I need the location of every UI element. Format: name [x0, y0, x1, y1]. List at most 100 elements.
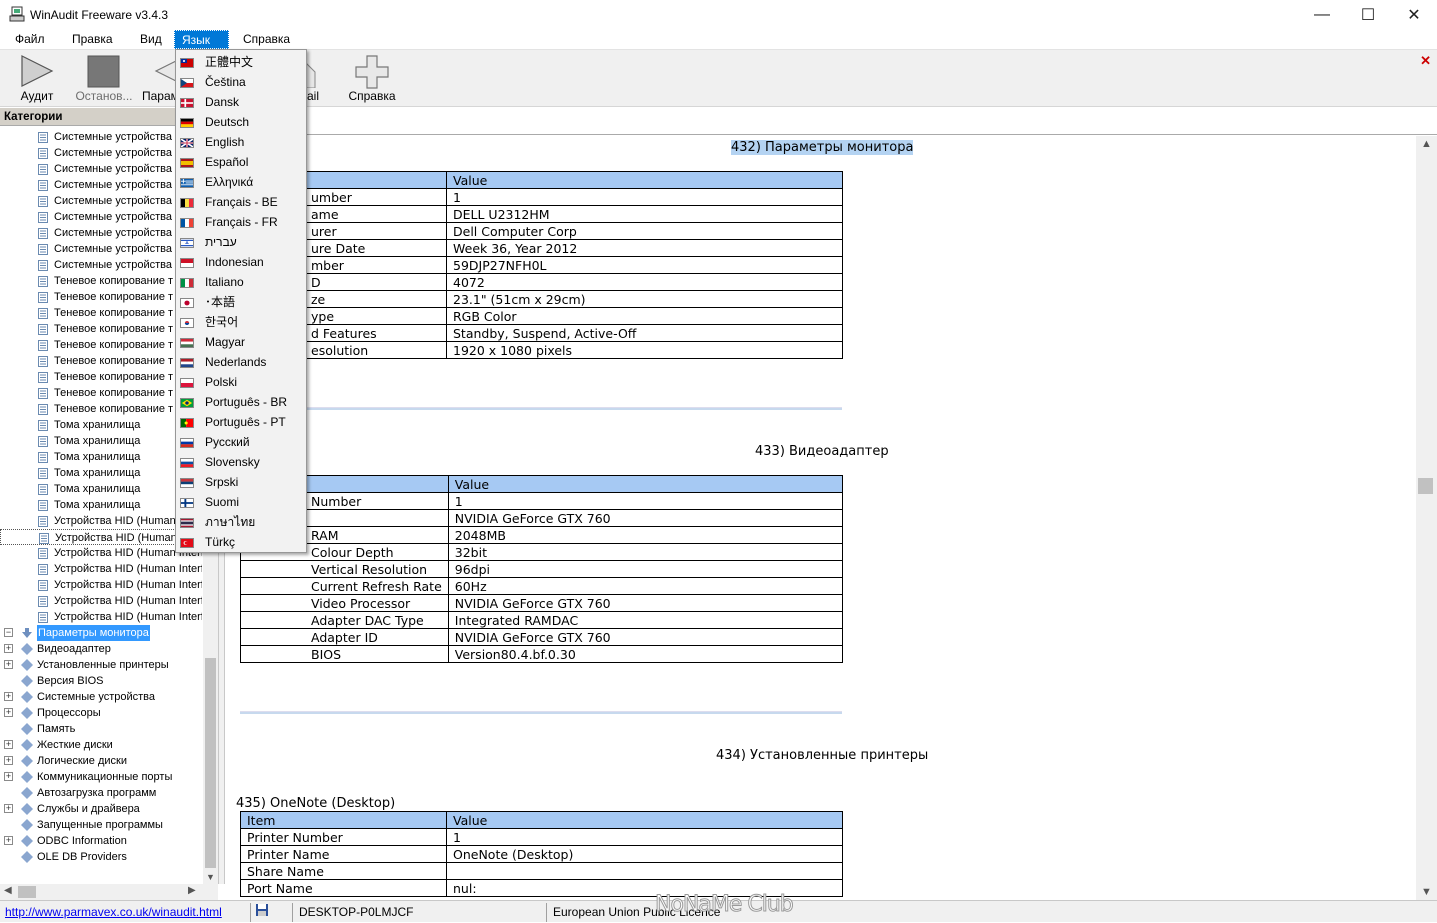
- tree-category[interactable]: − Параметры монитора: [0, 625, 202, 641]
- language-option-thailand[interactable]: ภาษาไทย: [177, 512, 305, 532]
- tree-category[interactable]: Память: [0, 721, 202, 737]
- tree-item[interactable]: Тома хранилища: [0, 417, 202, 433]
- tree-category[interactable]: Автозагрузка программ: [0, 785, 202, 801]
- tree-category[interactable]: OLE DB Providers: [0, 849, 202, 865]
- menu-view[interactable]: Вид: [133, 30, 169, 49]
- tree-item[interactable]: Системные устройства: [0, 177, 202, 193]
- tree-item[interactable]: Теневое копирование т: [0, 305, 202, 321]
- language-option-belgium[interactable]: Français - BE: [177, 192, 305, 212]
- menu-edit[interactable]: Правка: [65, 30, 120, 49]
- expand-toggle-icon[interactable]: +: [4, 772, 13, 781]
- tree-category[interactable]: + Процессоры: [0, 705, 202, 721]
- language-option-brazil[interactable]: Português - BR: [177, 392, 305, 412]
- scroll-up-icon[interactable]: ▲: [1421, 138, 1432, 150]
- tree-item[interactable]: Теневое копирование т: [0, 353, 202, 369]
- menu-language[interactable]: Язык: [174, 30, 229, 49]
- language-option-serbia[interactable]: Srpski: [177, 472, 305, 492]
- params-button[interactable]: Парам: [140, 50, 176, 106]
- tree-category[interactable]: + Установленные принтеры: [0, 657, 202, 673]
- tree-item[interactable]: Теневое копирование т: [0, 369, 202, 385]
- tree-item[interactable]: Тома хранилища: [0, 481, 202, 497]
- tree-item[interactable]: Устройства HID (Human Interf: [0, 593, 202, 609]
- language-option-greece[interactable]: Ελληνικά: [177, 172, 305, 192]
- tree-category[interactable]: + Логические диски: [0, 753, 202, 769]
- tree-category[interactable]: Запущенные программы: [0, 817, 202, 833]
- tree-item[interactable]: Системные устройства: [0, 129, 202, 145]
- language-option-indonesia[interactable]: Indonesian: [177, 252, 305, 272]
- close-button[interactable]: ✕: [1391, 0, 1437, 30]
- tree-item[interactable]: Теневое копирование т: [0, 401, 202, 417]
- tree-item[interactable]: Тома хранилища: [0, 497, 202, 513]
- language-option-portugal[interactable]: Português - PT: [177, 412, 305, 432]
- language-option-israel[interactable]: עברית: [177, 232, 305, 252]
- tree-category[interactable]: + Коммуникационные порты: [0, 769, 202, 785]
- language-option-spain[interactable]: Español: [177, 152, 305, 172]
- expand-toggle-icon[interactable]: +: [4, 804, 13, 813]
- tree-item[interactable]: Системные устройства: [0, 241, 202, 257]
- maximize-button[interactable]: ☐: [1345, 0, 1391, 30]
- language-option-netherlands[interactable]: Nederlands: [177, 352, 305, 372]
- tree-category[interactable]: + Видеоадаптер: [0, 641, 202, 657]
- expand-toggle-icon[interactable]: −: [4, 628, 13, 637]
- tree-item[interactable]: Системные устройства: [0, 145, 202, 161]
- scroll-down-icon[interactable]: ▼: [206, 872, 215, 882]
- tree-category[interactable]: Версия BIOS: [0, 673, 202, 689]
- tree-item[interactable]: Теневое копирование т: [0, 321, 202, 337]
- expand-toggle-icon[interactable]: +: [4, 708, 13, 717]
- tree-item[interactable]: Тома хранилища: [0, 449, 202, 465]
- language-option-slovakia[interactable]: Slovensky: [177, 452, 305, 472]
- tree-category[interactable]: + ODBC Information: [0, 833, 202, 849]
- tree-item[interactable]: Тома хранилища: [0, 465, 202, 481]
- audit-button[interactable]: Аудит: [8, 50, 66, 106]
- stop-button[interactable]: Останов...: [72, 50, 136, 106]
- scroll-thumb[interactable]: [205, 658, 216, 868]
- tree-category[interactable]: + Службы и драйвера: [0, 801, 202, 817]
- language-option-japan[interactable]: ･本語: [177, 292, 305, 312]
- expand-toggle-icon[interactable]: +: [4, 660, 13, 669]
- tree-item[interactable]: Теневое копирование т: [0, 289, 202, 305]
- tree-item[interactable]: Системные устройства: [0, 257, 202, 273]
- minimize-button[interactable]: —: [1299, 0, 1345, 30]
- language-option-russia[interactable]: Русский: [177, 432, 305, 452]
- tree-item[interactable]: Системные устройства: [0, 225, 202, 241]
- category-horizontal-scrollbar[interactable]: ◀ ▶: [0, 884, 218, 900]
- language-option-poland[interactable]: Polski: [177, 372, 305, 392]
- menu-file[interactable]: Файл: [8, 30, 52, 49]
- tree-item[interactable]: Устройства HID (Human Interf: [0, 609, 202, 625]
- tree-category[interactable]: + Системные устройства: [0, 689, 202, 705]
- tree-item[interactable]: Теневое копирование т: [0, 385, 202, 401]
- expand-toggle-icon[interactable]: +: [4, 836, 13, 845]
- expand-toggle-icon[interactable]: +: [4, 756, 13, 765]
- tree-item[interactable]: Устройства HID (Human: [0, 529, 202, 545]
- tree-item[interactable]: Системные устройства: [0, 161, 202, 177]
- language-option-hungary[interactable]: Magyar: [177, 332, 305, 352]
- report-scroll-thumb[interactable]: [1418, 478, 1433, 494]
- language-option-korea[interactable]: 한국어: [177, 312, 305, 332]
- tree-item[interactable]: Устройства HID (Human Interf: [0, 545, 202, 561]
- help-button[interactable]: Справка: [342, 50, 402, 106]
- language-option-germany[interactable]: Deutsch: [177, 112, 305, 132]
- email-button[interactable]: ail: [307, 50, 329, 106]
- language-option-denmark[interactable]: Dansk: [177, 92, 305, 112]
- scroll-right-icon[interactable]: ▶: [188, 885, 196, 896]
- tree-item[interactable]: Теневое копирование т: [0, 273, 202, 289]
- language-option-taiwan[interactable]: 正體中文: [177, 52, 305, 72]
- tree-item[interactable]: Системные устройства: [0, 209, 202, 225]
- tree-item[interactable]: Устройства HID (Human Interf: [0, 577, 202, 593]
- language-option-turkey[interactable]: Türkç: [177, 532, 305, 552]
- hscroll-thumb[interactable]: [18, 886, 36, 898]
- language-option-finland[interactable]: Suomi: [177, 492, 305, 512]
- website-link[interactable]: http://www.parmavex.co.uk/winaudit.html: [0, 903, 222, 922]
- tree-item[interactable]: Системные устройства: [0, 193, 202, 209]
- language-option-uk[interactable]: English: [177, 132, 305, 152]
- menu-help[interactable]: Справка: [236, 30, 297, 49]
- close-report-icon[interactable]: ✕: [1420, 53, 1431, 69]
- expand-toggle-icon[interactable]: +: [4, 644, 13, 653]
- tree-item[interactable]: Устройства HID (Human Interf: [0, 561, 202, 577]
- expand-toggle-icon[interactable]: +: [4, 692, 13, 701]
- scroll-down-icon[interactable]: ▼: [1421, 886, 1432, 898]
- expand-toggle-icon[interactable]: +: [4, 740, 13, 749]
- report-vertical-scrollbar[interactable]: ▲ ▼: [1416, 136, 1437, 900]
- language-option-france[interactable]: Français - FR: [177, 212, 305, 232]
- language-option-italy[interactable]: Italiano: [177, 272, 305, 292]
